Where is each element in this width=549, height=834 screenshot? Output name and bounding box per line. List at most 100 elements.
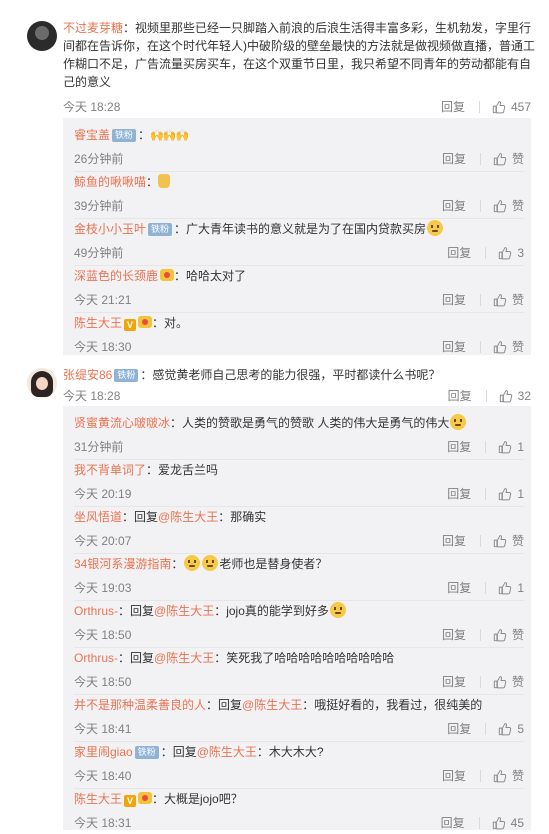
thumbs-up-icon xyxy=(492,816,506,830)
comment-text-line: 己的意义 xyxy=(63,75,112,89)
like-button[interactable]: 45 xyxy=(492,816,524,830)
reply-divider xyxy=(74,265,524,266)
laughing-emoji-icon xyxy=(329,602,346,618)
reply-button[interactable]: 回复 xyxy=(442,532,466,549)
reply-button[interactable]: 回复 xyxy=(447,438,471,455)
like-button[interactable]: 赞 xyxy=(493,673,524,690)
reply-actions: 回复 45 xyxy=(441,814,524,831)
reply-button[interactable]: 回复 xyxy=(442,338,466,355)
like-count: 赞 xyxy=(511,769,524,783)
reply-actions: 回复 赞 xyxy=(442,626,524,643)
thumbs-up-icon xyxy=(493,769,507,783)
like-button[interactable]: 赞 xyxy=(493,626,524,643)
reply-button[interactable]: 回复 xyxy=(441,98,465,115)
reply-button[interactable]: 回复 xyxy=(447,579,471,596)
like-count: 赞 xyxy=(511,152,524,166)
mention-link[interactable]: @陈生大王 xyxy=(242,698,302,712)
reply-time: 今天 18:31 xyxy=(74,816,132,830)
reply-username[interactable]: 我不背单词了 xyxy=(74,463,146,477)
reply-button[interactable]: 回复 xyxy=(441,814,465,831)
confused-emoji-icon xyxy=(450,414,467,430)
thumbs-up-icon xyxy=(492,100,506,114)
comment-username[interactable]: 张缇安86 xyxy=(63,368,112,382)
fan-badge: 铁粉 xyxy=(114,369,139,382)
reply-username[interactable]: 并不是那种温柔善良的人 xyxy=(74,698,206,712)
reply-button[interactable]: 回复 xyxy=(442,767,466,784)
reply-text: ： xyxy=(138,128,151,142)
avatar[interactable] xyxy=(27,21,57,51)
like-button[interactable]: 1 xyxy=(498,581,524,595)
reply-username[interactable]: 坐风悟道 xyxy=(74,510,122,524)
avatar[interactable] xyxy=(27,368,57,398)
reply-button[interactable]: 回复 xyxy=(447,244,471,261)
mention-link[interactable]: @陈生大王 xyxy=(158,510,218,524)
thumbs-up-icon xyxy=(498,722,512,736)
reply-username[interactable]: 陈生大王 xyxy=(74,316,122,330)
comment-time: 今天 18:28 xyxy=(63,389,121,403)
reply-button[interactable]: 回复 xyxy=(448,387,472,404)
like-button[interactable]: 赞 xyxy=(493,532,524,549)
reply-button[interactable]: 回复 xyxy=(442,291,466,308)
reply-username[interactable]: 家里闹giao xyxy=(74,745,133,759)
reply-text: ：大概是jojo吧？ xyxy=(152,792,243,806)
verified-v-icon: V xyxy=(124,795,137,807)
like-button[interactable]: 赞 xyxy=(493,150,524,167)
divider xyxy=(479,340,481,353)
thumbs-up-icon xyxy=(493,152,507,166)
like-button[interactable]: 1 xyxy=(498,487,524,501)
thumbs-up-icon xyxy=(498,581,512,595)
reply-username[interactable]: 睿宝盖 xyxy=(74,128,110,142)
divider xyxy=(479,293,481,306)
like-button[interactable]: 赞 xyxy=(493,338,524,355)
thumbs-up-emoji-icon xyxy=(158,174,171,188)
like-count: 32 xyxy=(517,388,531,403)
like-button[interactable]: 赞 xyxy=(493,291,524,308)
like-button[interactable]: 1 xyxy=(498,440,524,454)
like-button[interactable]: 赞 xyxy=(493,197,524,214)
reply-text: 老师也是替身使者？ xyxy=(219,557,328,571)
like-count: 赞 xyxy=(511,340,524,354)
like-count: 赞 xyxy=(511,534,524,548)
like-button[interactable]: 32 xyxy=(499,389,531,403)
reply-button[interactable]: 回复 xyxy=(447,720,471,737)
reply-divider xyxy=(74,647,524,648)
reply-actions: 回复 赞 xyxy=(442,338,524,355)
reply-button[interactable]: 回复 xyxy=(447,485,471,502)
reply-username[interactable]: 34银河系漫游指南 xyxy=(74,557,171,571)
like-button[interactable]: 5 xyxy=(498,722,524,736)
reply-divider xyxy=(74,600,524,601)
reply-username[interactable]: 陈生大王 xyxy=(74,792,122,806)
like-button[interactable]: 457 xyxy=(492,100,531,114)
divider xyxy=(485,581,487,594)
member-crown-icon xyxy=(138,792,153,804)
divider xyxy=(485,722,487,735)
like-count: 45 xyxy=(510,815,524,830)
reply-username[interactable]: 鲸鱼的啾啾喵 xyxy=(74,175,146,189)
reply-button[interactable]: 回复 xyxy=(442,673,466,690)
thumbs-up-icon xyxy=(498,440,512,454)
like-count: 1 xyxy=(517,486,524,501)
like-button[interactable]: 3 xyxy=(498,246,524,260)
mention-link[interactable]: @陈生大王 xyxy=(154,651,214,665)
reply-username[interactable]: 金枝小小玉叶 xyxy=(74,222,146,236)
reply-text: ：爱龙舌兰吗 xyxy=(146,463,219,477)
comment-text-line: 作糊口不足，广告流量买房买车，在这个双重节日里，我只希望不同青年的劳动都能有自 xyxy=(63,57,532,71)
reply-actions: 回复 1 xyxy=(447,485,524,502)
reply-actions: 回复 赞 xyxy=(442,291,524,308)
thumbs-up-icon xyxy=(499,389,513,403)
thumbs-up-icon xyxy=(493,293,507,307)
like-button[interactable]: 赞 xyxy=(493,767,524,784)
reply-button[interactable]: 回复 xyxy=(442,150,466,167)
mention-link[interactable]: @陈生大王 xyxy=(154,604,214,618)
reply-button[interactable]: 回复 xyxy=(442,197,466,214)
comment-actions: 回复 32 xyxy=(448,387,531,404)
reply-username[interactable]: Orthrus- xyxy=(74,604,118,618)
reply-button[interactable]: 回复 xyxy=(442,626,466,643)
mention-link[interactable]: @陈生大王 xyxy=(197,745,257,759)
comment-username[interactable]: 不过麦芽糖 xyxy=(63,21,123,35)
reply-username[interactable]: 深蓝色的长颈鹿 xyxy=(74,269,158,283)
reply-username[interactable]: 贤蜜黄流心啵啵冰 xyxy=(74,416,170,430)
reply-username[interactable]: Orthrus- xyxy=(74,651,118,665)
divider xyxy=(479,199,481,212)
thumbs-up-icon xyxy=(493,534,507,548)
